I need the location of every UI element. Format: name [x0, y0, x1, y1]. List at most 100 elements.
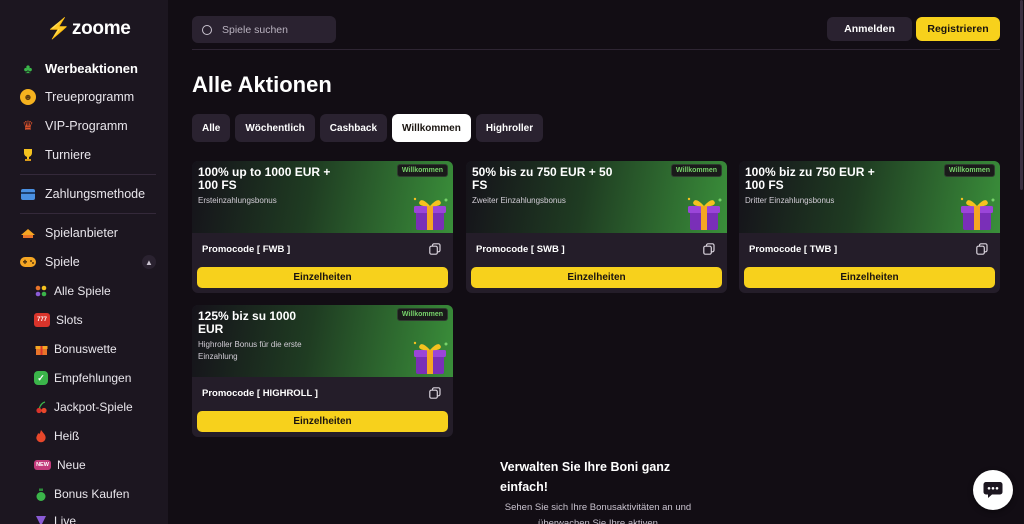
promo-code: Promocode [ SWB ]	[476, 244, 565, 255]
promo-subtitle: Ersteinzahlungsbonus	[198, 196, 277, 205]
brand-logo[interactable]: ⚡ zoome	[46, 16, 131, 41]
sidebar-subitem-bonus-kaufen[interactable]: Bonus Kaufen	[34, 484, 129, 504]
promo-card: 100% biz zu 750 EUR + 100 FS Dritter Ein…	[739, 161, 1000, 293]
moneybag-icon	[34, 487, 48, 501]
sidebar-item-label: Treueprogramm	[45, 90, 135, 104]
tab-highroller[interactable]: Highroller	[475, 114, 544, 142]
sidebar-item-label: Spiele	[45, 255, 80, 269]
sidebar-subitem-heiss[interactable]: Heiß	[34, 426, 79, 446]
promo-code: Promocode [ HIGHROLL ]	[202, 388, 318, 399]
provider-icon	[20, 225, 36, 241]
copy-icon[interactable]	[429, 243, 441, 255]
sidebar-item-label: Spielanbieter	[45, 226, 118, 240]
promo-title: 125% biz su 1000 EUR	[198, 309, 297, 336]
sidebar-item-label: Zahlungsmethode	[45, 187, 146, 201]
promo-subtitle: Highroller Bonus für die erste Einzahlun…	[198, 340, 302, 361]
sidebar-divider	[20, 213, 156, 214]
gamepad-icon	[20, 254, 36, 270]
category-badge: Willkommen	[943, 164, 995, 177]
brand-name: zoome	[71, 17, 131, 39]
sidebar-subitem-alle-spiele[interactable]: Alle Spiele	[34, 281, 111, 301]
category-badge: Willkommen	[670, 164, 722, 177]
category-badge: Willkommen	[396, 164, 448, 177]
cherry-icon	[34, 400, 48, 414]
sidebar-item-vip-programm[interactable]: ♛ VIP-Programm	[20, 116, 127, 136]
promo-code: Promocode [ FWB ]	[202, 244, 291, 255]
sidebar: ⚡ zoome ♣ Werbeaktionen ☻ Treueprogramm …	[0, 0, 168, 524]
sidebar-item-spiele[interactable]: Spiele	[20, 252, 80, 272]
sidebar-item-treueprogramm[interactable]: ☻ Treueprogramm	[20, 87, 134, 107]
card-icon	[20, 186, 36, 202]
login-button[interactable]: Anmelden	[827, 17, 912, 41]
bolt-icon: ⚡	[46, 18, 71, 40]
tab-alle[interactable]: Alle	[192, 114, 231, 142]
register-button[interactable]: Registrieren	[916, 17, 1000, 41]
header-divider	[192, 49, 1000, 50]
slots-icon: 777	[34, 313, 50, 327]
promo-title: 100% up to 1000 EUR + 100 FS	[198, 165, 331, 192]
tab-cashback[interactable]: Cashback	[319, 114, 388, 142]
sidebar-item-label: Werbeaktionen	[45, 60, 138, 76]
details-button[interactable]: Einzelheiten	[197, 267, 448, 288]
gift-box-icon	[960, 197, 995, 230]
search-input[interactable]	[222, 23, 322, 36]
sidebar-subitem-bonuswette[interactable]: Bonuswette	[34, 339, 117, 359]
copy-icon[interactable]	[429, 387, 441, 399]
grid-icon	[34, 284, 48, 298]
sidebar-item-spielanbieter[interactable]: Spielanbieter	[20, 223, 118, 243]
promo-card: 100% up to 1000 EUR + 100 FS Ersteinzahl…	[192, 161, 453, 293]
promo-card: 50% bis zu 750 EUR + 50 FS Zweiter Einza…	[466, 161, 727, 293]
check-icon: ✓	[34, 371, 48, 385]
chat-button[interactable]	[973, 470, 1013, 510]
manage-bonus-text: Sehen Sie sich Ihre Bonusaktivitäten an …	[504, 502, 692, 524]
promo-subtitle: Zweiter Einzahlungsbonus	[472, 196, 566, 205]
sidebar-divider	[20, 174, 156, 175]
sidebar-subitem-live[interactable]: Live	[34, 511, 76, 524]
chevron-up-icon[interactable]: ▲	[142, 255, 156, 269]
copy-icon[interactable]	[703, 243, 715, 255]
sidebar-item-label: Turniere	[45, 148, 92, 162]
promo-subtitle: Dritter Einzahlungsbonus	[745, 196, 835, 205]
details-button[interactable]: Einzelheiten	[471, 267, 722, 288]
category-badge: Willkommen	[396, 308, 448, 321]
crown-icon: ♛	[22, 118, 34, 133]
sidebar-item-label: Heiß	[54, 429, 80, 443]
sidebar-item-label: Bonuswette	[54, 342, 117, 356]
sidebar-item-werbeaktionen[interactable]: ♣ Werbeaktionen	[20, 58, 138, 78]
sidebar-item-label: Empfehlungen	[54, 371, 132, 385]
manage-bonus-heading: Verwalten Sie Ihre Boni ganz einfach!	[500, 460, 671, 494]
details-button[interactable]: Einzelheiten	[197, 411, 448, 432]
new-icon: NEW	[34, 460, 51, 470]
tab-woechentlich[interactable]: Wöchentlich	[235, 114, 315, 142]
filter-tabs: Alle Wöchentlich Cashback Willkommen Hig…	[192, 114, 544, 142]
search-box[interactable]	[192, 16, 336, 43]
live-icon	[34, 514, 48, 524]
sidebar-item-zahlungsmethode[interactable]: Zahlungsmethode	[20, 184, 145, 204]
promo-title: 50% bis zu 750 EUR + 50 FS	[472, 165, 613, 192]
tab-willkommen[interactable]: Willkommen	[392, 114, 471, 142]
fire-icon	[34, 429, 48, 443]
details-button[interactable]: Einzelheiten	[744, 267, 995, 288]
sidebar-item-label: Alle Spiele	[54, 284, 111, 298]
gift-box-icon	[687, 197, 722, 230]
copy-icon[interactable]	[976, 243, 988, 255]
sidebar-item-label: Live	[54, 514, 77, 524]
chat-bubble-icon	[983, 482, 1003, 498]
gift-box-icon	[413, 197, 448, 230]
sidebar-item-turniere[interactable]: Turniere	[20, 145, 91, 165]
sidebar-subitem-empfehlungen[interactable]: ✓ Empfehlungen	[34, 368, 131, 388]
gift-icon	[34, 342, 48, 356]
sidebar-subitem-slots[interactable]: 777 Slots	[34, 310, 83, 330]
sidebar-item-label: Neue	[57, 458, 86, 472]
gift-box-icon	[413, 341, 448, 374]
sidebar-item-label: Slots	[56, 313, 83, 327]
sidebar-item-label: Bonus Kaufen	[54, 487, 130, 501]
page-title: Alle Aktionen	[192, 72, 332, 97]
search-icon	[202, 24, 212, 35]
promo-card: 125% biz su 1000 EUR Highroller Bonus fü…	[192, 305, 453, 437]
sidebar-subitem-jackpot-spiele[interactable]: Jackpot-Spiele	[34, 397, 133, 417]
sidebar-item-label: Jackpot-Spiele	[54, 400, 133, 414]
page-scrollbar[interactable]	[1020, 0, 1023, 190]
sidebar-subitem-neue[interactable]: NEW Neue	[34, 455, 86, 475]
trophy-icon	[20, 147, 36, 163]
